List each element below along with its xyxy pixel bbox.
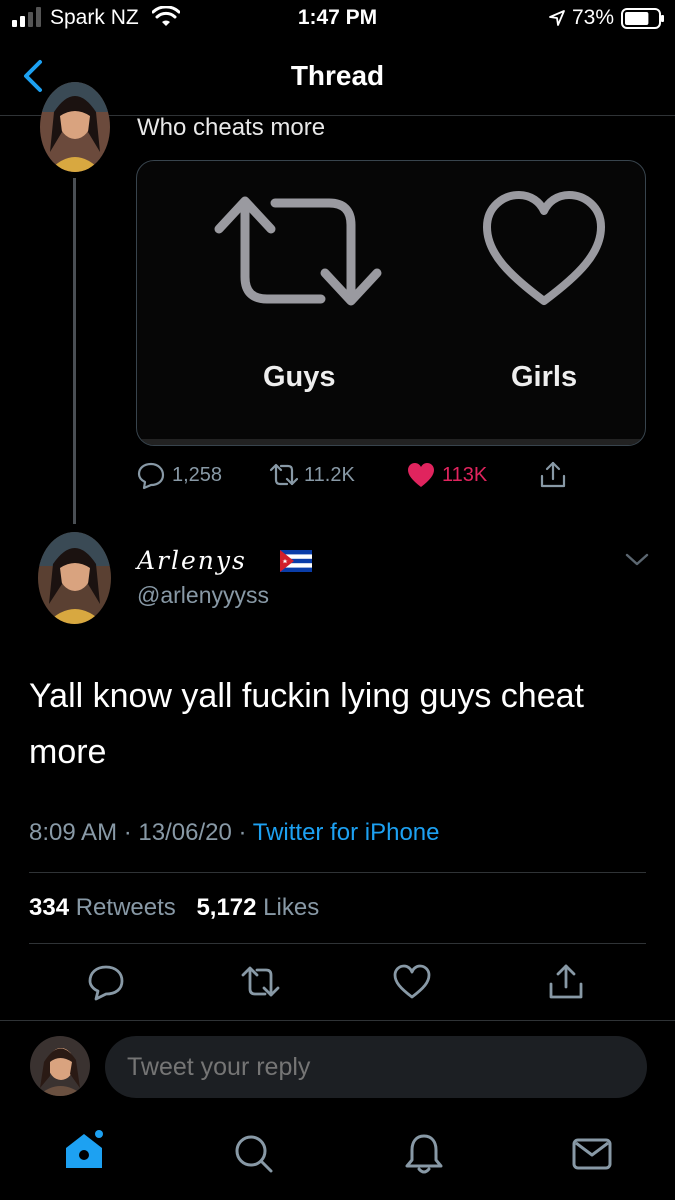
- author-display-name[interactable]: Arlenys: [137, 546, 247, 575]
- retweets-stat[interactable]: 334 Retweets: [29, 894, 176, 921]
- divider: [0, 1020, 675, 1021]
- tweet-time: 8:09 AM: [29, 819, 118, 846]
- status-bar: Spark NZ 1:47 PM 73%: [0, 0, 675, 40]
- cuba-flag-icon: [280, 550, 312, 572]
- battery-icon: [621, 8, 664, 29]
- thread-connector-line: [73, 178, 76, 524]
- retweet-icon: [269, 463, 298, 486]
- parent-like-count: 113K: [442, 463, 488, 486]
- tweet-actions: [0, 962, 675, 1010]
- media-label-guys: Guys: [263, 361, 336, 393]
- parent-tweet-media[interactable]: Guys Girls: [136, 160, 646, 446]
- envelope-icon[interactable]: [570, 1132, 614, 1176]
- share-icon: [540, 461, 566, 488]
- heart-icon[interactable]: [392, 962, 432, 1002]
- divider: [29, 943, 646, 944]
- location-arrow-icon: [549, 10, 565, 26]
- tweet-body-text: Yall know yall fuckin lying guys cheat m…: [29, 677, 584, 771]
- current-user-avatar[interactable]: [30, 1036, 90, 1096]
- home-icon[interactable]: [62, 1128, 106, 1172]
- parent-avatar[interactable]: [40, 82, 110, 172]
- parent-retweet-button[interactable]: 11.2K: [268, 460, 355, 490]
- reply-input[interactable]: [127, 1053, 607, 1082]
- search-icon[interactable]: [232, 1132, 276, 1176]
- meta-separator: ·: [123, 819, 139, 846]
- heart-icon: [483, 191, 605, 305]
- reply-field[interactable]: [105, 1036, 647, 1098]
- heart-filled-icon: [408, 463, 434, 487]
- meta-separator: ·: [238, 819, 253, 846]
- parent-retweet-count: 11.2K: [304, 463, 355, 486]
- media-bottom-strip: [137, 439, 645, 445]
- author-avatar[interactable]: [38, 532, 111, 624]
- likes-stat[interactable]: 5,172 Likes: [196, 894, 319, 921]
- tweet-meta: 8:09 AM · 13/06/20 · Twitter for iPhone: [29, 819, 439, 847]
- parent-reply-button[interactable]: 1,258: [136, 460, 222, 490]
- parent-tweet-actions: 1,258 11.2K 113K: [136, 460, 576, 494]
- battery-percent: 73%: [572, 6, 615, 29]
- likes-label: Likes: [263, 894, 320, 921]
- media-label-girls: Girls: [511, 361, 578, 393]
- chevron-down-icon[interactable]: [624, 550, 650, 570]
- share-icon[interactable]: [546, 962, 586, 1002]
- parent-reply-count: 1,258: [172, 463, 223, 486]
- reply-icon: [137, 462, 165, 490]
- tweet-stats: 334 Retweets 5,172 Likes: [29, 894, 319, 922]
- page-title: Thread: [290, 60, 385, 91]
- reply-icon[interactable]: [86, 962, 126, 1002]
- retweets-label: Retweets: [75, 894, 176, 921]
- tab-bar: [0, 1118, 675, 1200]
- like-count: 5,172: [196, 894, 257, 921]
- parent-tweet-text: Who cheats more: [137, 114, 326, 141]
- parent-like-button[interactable]: 113K: [406, 460, 487, 490]
- tweet-date: 13/06/20: [138, 819, 232, 846]
- divider: [29, 872, 646, 873]
- tweet-source-link[interactable]: Twitter for iPhone: [253, 819, 440, 846]
- retweet-icon: [214, 196, 382, 306]
- retweet-count: 334: [29, 894, 70, 921]
- author-handle[interactable]: @arlenyyyss: [137, 582, 269, 609]
- parent-share-button[interactable]: [538, 460, 568, 490]
- bell-icon[interactable]: [402, 1132, 446, 1176]
- retweet-icon[interactable]: [240, 962, 280, 1002]
